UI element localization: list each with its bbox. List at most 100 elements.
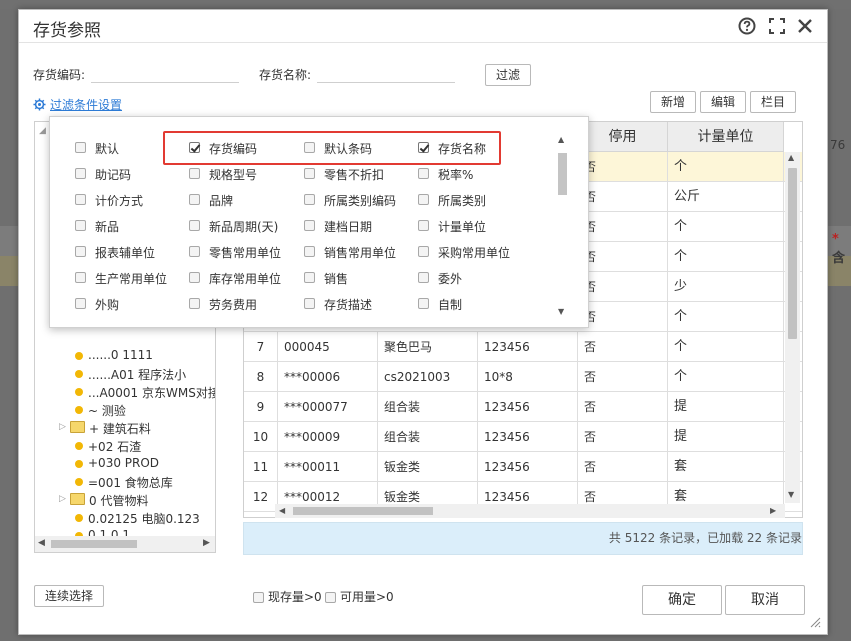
tree-collapse-icon[interactable]: ◢ <box>39 126 46 136</box>
checkbox[interactable] <box>75 220 86 231</box>
scroll-up-icon[interactable]: ▲ <box>788 153 794 162</box>
filter-button[interactable]: 过滤 <box>485 64 531 86</box>
tree-folder[interactable]: ▷ 0 代管物料 <box>35 491 215 509</box>
continuous-select-button[interactable]: 连续选择 <box>34 585 104 607</box>
cell-unit: 个 <box>668 332 784 362</box>
checkbox[interactable] <box>75 194 86 205</box>
background-number: 76 <box>830 138 846 152</box>
popup-scrollbar[interactable]: ▲ ▼ <box>555 135 569 321</box>
checkbox[interactable] <box>418 168 429 179</box>
tree-item[interactable]: +030 PROD <box>35 455 215 473</box>
table-row[interactable]: 11 ***00011 钣金类 123456 否 套 <box>244 452 802 482</box>
help-icon[interactable] <box>737 16 757 36</box>
cell-spec: 123456 <box>478 332 578 362</box>
checkbox[interactable] <box>253 592 264 603</box>
leaf-dot-icon <box>75 478 83 486</box>
popup-scroll-thumb[interactable] <box>558 153 567 195</box>
tree-item[interactable]: +02 石渣 <box>35 437 215 455</box>
cell-disabled: 否 <box>578 452 668 482</box>
checkbox[interactable] <box>75 298 86 309</box>
scroll-down-icon[interactable]: ▼ <box>558 307 564 316</box>
inventory-code-input[interactable] <box>91 67 239 83</box>
leaf-dot-icon <box>75 388 83 396</box>
column-header-unit[interactable]: 计量单位 <box>668 122 784 152</box>
inventory-name-label: 存货名称: <box>259 68 312 82</box>
expand-icon[interactable]: ▷ <box>59 494 66 504</box>
table-row[interactable]: 8 ***00006 cs2021003 10*8 否 个 <box>244 362 802 392</box>
checkbox[interactable] <box>189 220 200 231</box>
checkbox[interactable] <box>189 298 200 309</box>
grid-horizontal-scrollbar[interactable]: ◀ ▶ <box>275 504 785 518</box>
expand-icon[interactable]: ▷ <box>59 422 66 432</box>
checkbox[interactable] <box>304 298 315 309</box>
column-header-disabled[interactable]: 停用 <box>578 122 668 152</box>
cell-disabled: 否 <box>578 392 668 422</box>
tree-item[interactable]: 0.02125 电脑0.123 <box>35 509 215 527</box>
scroll-left-icon[interactable]: ◀ <box>38 538 45 548</box>
table-row[interactable]: 9 ***000077 组合装 123456 否 提 <box>244 392 802 422</box>
available-gt-zero-option[interactable]: 可用量>0 <box>325 588 394 605</box>
scroll-left-icon[interactable]: ◀ <box>279 506 285 515</box>
checkbox[interactable] <box>304 272 315 283</box>
tree-horizontal-scrollbar[interactable]: ◀ ▶ <box>35 536 215 552</box>
cell-spec: 123456 <box>478 452 578 482</box>
checkbox[interactable] <box>304 194 315 205</box>
grid-vscroll-thumb[interactable] <box>788 168 797 339</box>
folder-icon: 0 代管物料 <box>70 493 148 508</box>
columns-button[interactable]: 栏目 <box>750 91 796 113</box>
tree-item[interactable]: ...A0001 京东WMS对接i <box>35 383 215 401</box>
table-row[interactable]: 7 000045 聚色巴马 123456 否 个 <box>244 332 802 362</box>
tree-hscroll-thumb[interactable] <box>51 540 137 548</box>
checkbox[interactable] <box>418 142 429 153</box>
checkbox[interactable] <box>304 168 315 179</box>
checkbox[interactable] <box>304 142 315 153</box>
checkbox[interactable] <box>189 168 200 179</box>
cell-disabled: 否 <box>578 242 668 272</box>
close-icon[interactable] <box>795 16 815 36</box>
checkbox[interactable] <box>189 194 200 205</box>
cell-disabled: 否 <box>578 212 668 242</box>
scroll-right-icon[interactable]: ▶ <box>203 538 210 548</box>
checkbox[interactable] <box>75 272 86 283</box>
tree-item[interactable]: ......A01 程序法小 <box>35 365 215 383</box>
cell-name: 组合装 <box>378 422 478 452</box>
scroll-down-icon[interactable]: ▼ <box>788 490 794 499</box>
cancel-button[interactable]: 取消 <box>725 585 805 615</box>
inventory-name-input[interactable] <box>317 67 455 83</box>
checkbox[interactable] <box>189 272 200 283</box>
stock-gt-zero-label: 现存量>0 <box>268 590 322 604</box>
maximize-icon[interactable] <box>767 16 787 36</box>
resize-grip-icon[interactable] <box>809 616 821 628</box>
checkbox[interactable] <box>418 220 429 231</box>
checkbox[interactable] <box>304 220 315 231</box>
tree-item[interactable]: ......0 1111 <box>35 347 215 365</box>
checkbox[interactable] <box>304 246 315 257</box>
ok-button[interactable]: 确定 <box>642 585 722 615</box>
checkbox[interactable] <box>75 142 86 153</box>
tree-item[interactable]: =001 食物总库 <box>35 473 215 491</box>
checkbox[interactable] <box>75 168 86 179</box>
tree-folder[interactable]: ▷ + 建筑石料 <box>35 419 215 437</box>
checkbox[interactable] <box>418 272 429 283</box>
table-row[interactable]: 10 ***00009 组合装 123456 否 提 <box>244 422 802 452</box>
checkbox[interactable] <box>418 246 429 257</box>
checkbox[interactable] <box>418 194 429 205</box>
inventory-code-label: 存货编码: <box>33 68 86 82</box>
checkbox[interactable] <box>325 592 336 603</box>
cell-disabled: 否 <box>578 302 668 332</box>
cell-unit: 套 <box>668 452 784 482</box>
filter-settings-link[interactable]: 过滤条件设置 <box>33 96 122 113</box>
new-button[interactable]: 新增 <box>650 91 696 113</box>
checkbox[interactable] <box>189 142 200 153</box>
scroll-right-icon[interactable]: ▶ <box>770 506 776 515</box>
tree-item[interactable]: ~ 测验 <box>35 401 215 419</box>
checkbox[interactable] <box>75 246 86 257</box>
stock-gt-zero-option[interactable]: 现存量>0 <box>253 588 322 605</box>
grid-vertical-scrollbar[interactable]: ▲ ▼ <box>785 152 800 503</box>
cell-unit: 个 <box>668 242 784 272</box>
scroll-up-icon[interactable]: ▲ <box>558 135 564 144</box>
grid-hscroll-thumb[interactable] <box>293 507 433 515</box>
edit-button[interactable]: 编辑 <box>700 91 746 113</box>
checkbox[interactable] <box>418 298 429 309</box>
checkbox[interactable] <box>189 246 200 257</box>
